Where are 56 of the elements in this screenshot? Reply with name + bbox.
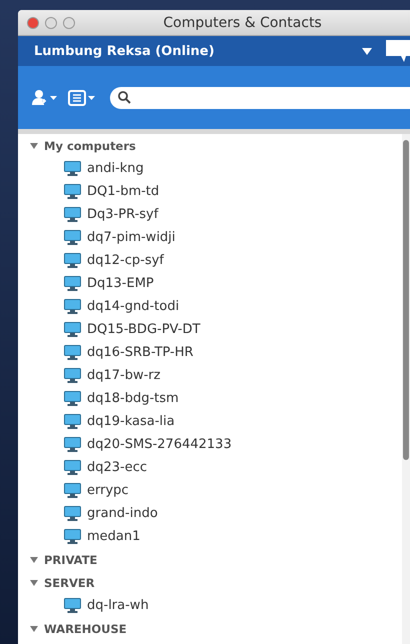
computer-icon	[64, 506, 81, 521]
expanded-triangle-icon[interactable]	[30, 624, 38, 632]
search-icon	[118, 91, 131, 104]
group-header[interactable]: PRIVATE	[30, 548, 402, 571]
computer-item[interactable]: Dq3-PR-syf	[30, 203, 402, 226]
account-name[interactable]: Lumbung Reksa (Online)	[34, 44, 362, 58]
chat-bubble-icon[interactable]	[386, 40, 410, 62]
expanded-triangle-icon[interactable]	[30, 578, 38, 586]
computer-icon	[64, 529, 81, 544]
computer-icon	[64, 207, 81, 222]
computer-icon	[64, 230, 81, 245]
computer-item[interactable]: dq23-ecc	[30, 456, 402, 479]
minimize-button[interactable]	[45, 16, 57, 28]
computer-icon	[64, 299, 81, 314]
computer-icon	[64, 460, 81, 475]
computer-item[interactable]: dq19-kasa-lia	[30, 410, 402, 433]
computer-icon	[64, 483, 81, 498]
computer-item[interactable]: errypc	[30, 479, 402, 502]
computer-item[interactable]: dq20-SMS-276442133	[30, 433, 402, 456]
computer-item[interactable]: dq14-gnd-todi	[30, 295, 402, 318]
computer-item[interactable]: andi-kng	[30, 157, 402, 180]
computer-item[interactable]: grand-indo	[30, 502, 402, 525]
computer-icon	[64, 322, 81, 337]
list-menu-button[interactable]	[68, 90, 96, 106]
dropdown-caret-icon[interactable]	[362, 48, 372, 54]
computer-icon	[64, 598, 81, 613]
computer-icon	[64, 414, 81, 429]
computer-item[interactable]: dq18-bdg-tsm	[30, 387, 402, 410]
computer-item[interactable]: DQ1-bm-td	[30, 180, 402, 203]
zoom-button[interactable]	[63, 16, 75, 28]
group-header[interactable]: WAREHOUSE	[30, 617, 402, 640]
add-contact-button[interactable]	[32, 90, 58, 106]
expanded-triangle-icon[interactable]	[30, 142, 38, 150]
computer-icon	[64, 184, 81, 199]
expanded-triangle-icon[interactable]	[30, 556, 38, 564]
computer-icon	[64, 253, 81, 268]
computer-item[interactable]: dq17-bw-rz	[30, 364, 402, 387]
computer-item[interactable]: dq12-cp-syf	[30, 249, 402, 272]
window-title: Computers & Contacts	[162, 14, 323, 30]
computer-icon	[64, 437, 81, 452]
computer-item[interactable]: Dq13-EMP	[30, 272, 402, 295]
computer-item[interactable]: dq-lra-wh	[30, 594, 402, 617]
computer-item[interactable]: dq7-pim-widji	[30, 226, 402, 249]
computer-icon	[64, 391, 81, 406]
computer-icon	[64, 368, 81, 383]
search-field[interactable]	[110, 86, 410, 108]
computer-item[interactable]: DQ15-BDG-PV-DT	[30, 318, 402, 341]
computer-icon	[64, 161, 81, 176]
group-header[interactable]: My computers	[30, 134, 402, 157]
computer-item[interactable]: medan1	[30, 525, 402, 548]
scrollbar-thumb[interactable]	[403, 140, 409, 460]
computer-icon	[64, 276, 81, 291]
group-header[interactable]: SERVER	[30, 571, 402, 594]
close-button[interactable]	[27, 16, 39, 28]
computer-item[interactable]: dq16-SRB-TP-HR	[30, 341, 402, 364]
computer-icon	[64, 345, 81, 360]
